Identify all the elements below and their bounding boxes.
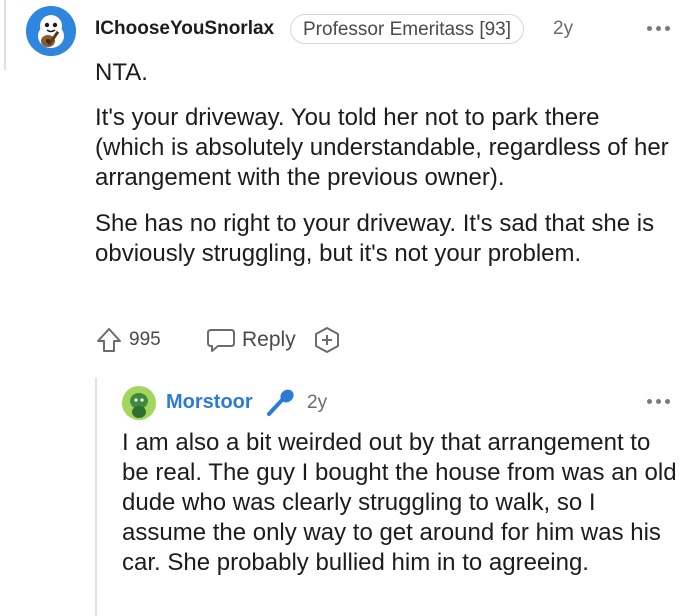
reply-user-avatar[interactable]	[122, 386, 156, 420]
reply-age: 2y	[307, 392, 328, 413]
comment-body: NTA. It's your driveway. You told her no…	[95, 58, 675, 285]
snoo-green-avatar-icon	[122, 386, 156, 420]
speech-bubble-icon	[206, 326, 236, 354]
comment-paragraph: NTA.	[95, 59, 148, 86]
comment-paragraph: She has no right to your driveway. It's …	[95, 210, 655, 267]
reply-username[interactable]: Morstoor	[166, 391, 253, 414]
vote-score: 995	[129, 329, 161, 350]
more-options-icon[interactable]	[647, 23, 673, 33]
comment-age: 2y	[553, 18, 574, 39]
snoo-guitar-avatar-icon	[26, 6, 76, 56]
user-flair: Professor Emeritass [93]	[290, 14, 525, 44]
reply-label: Reply	[242, 328, 296, 351]
reply-more-options-icon[interactable]	[647, 396, 673, 406]
reply-thread-line[interactable]	[95, 378, 97, 616]
award-plus-icon[interactable]	[313, 326, 341, 354]
user-avatar[interactable]	[26, 6, 76, 56]
reply-button[interactable]: Reply	[206, 322, 296, 356]
comment-username[interactable]: IChooseYouSnorlax	[95, 18, 274, 40]
comment-actions: 995 Reply	[95, 322, 365, 356]
upvote-arrow-icon[interactable]	[95, 326, 123, 354]
comment-paragraph: It's your driveway. You told her not to …	[95, 104, 669, 191]
parent-thread-line	[4, 0, 6, 70]
microphone-icon	[263, 387, 297, 417]
reply-body: I am also a bit weirded out by that arra…	[122, 429, 677, 576]
